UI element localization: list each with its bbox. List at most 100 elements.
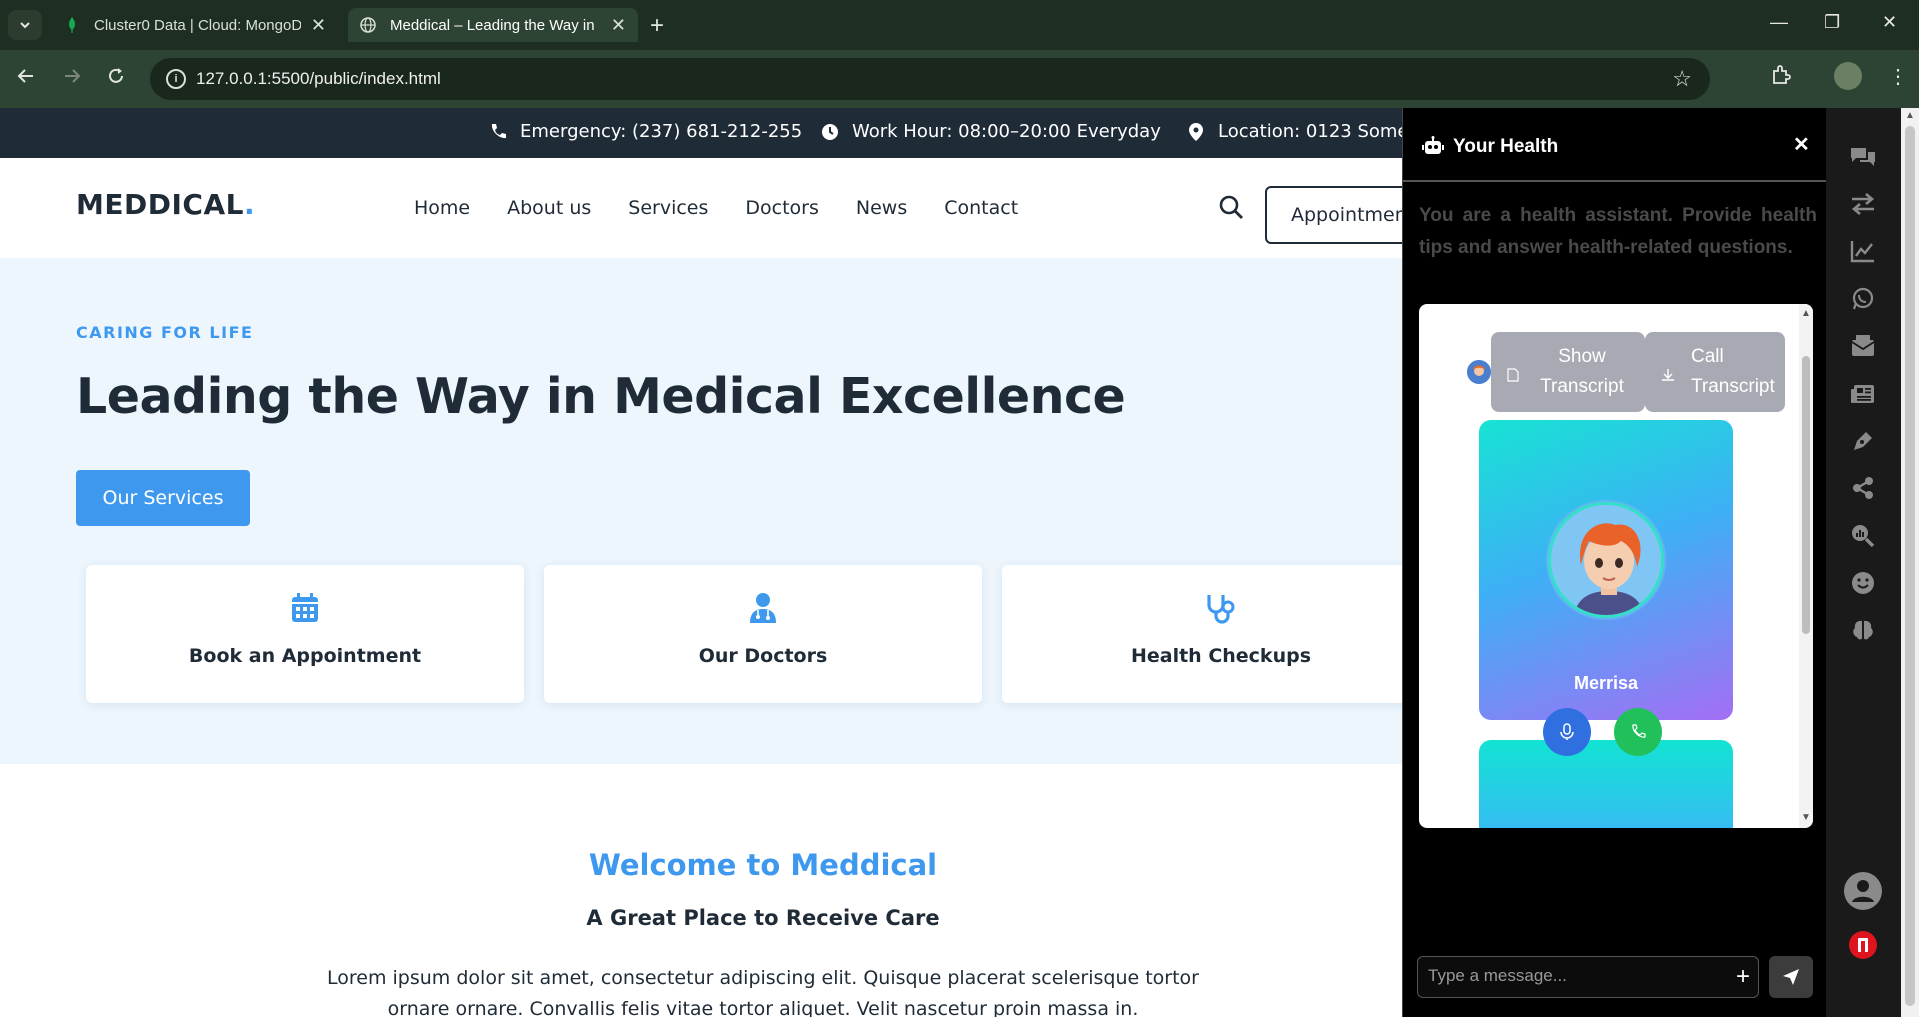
call-button[interactable] (1614, 708, 1662, 756)
search-icon[interactable] (1218, 194, 1244, 225)
tab-title: Cluster0 Data | Cloud: MongoDB (94, 16, 301, 34)
scroll-thumb[interactable] (1905, 126, 1915, 1006)
browser-toolbar: i 127.0.0.1:5500/public/index.html ☆ ⋮ (0, 50, 1919, 108)
url-text: 127.0.0.1:5500/public/index.html (196, 69, 441, 88)
site-header: MEDDICAL. Home About us Services Doctors… (0, 158, 1402, 258)
card-label: Health Checkups (1130, 645, 1312, 667)
microphone-button[interactable] (1543, 708, 1591, 756)
robot-icon (1422, 136, 1444, 161)
scroll-up-icon[interactable]: ▲ (1905, 110, 1915, 121)
profile-avatar[interactable] (1834, 62, 1862, 90)
chat-title: Your Health (1453, 136, 1559, 157)
emergency-text: Emergency: (237) 681-212-255 (520, 121, 803, 142)
chart-icon[interactable] (1848, 236, 1878, 266)
hero-title: Leading the Way in Medical Excellence (76, 368, 1126, 425)
search-chart-icon[interactable] (1848, 520, 1878, 550)
chat-panel: Your Health ✕ You are a health assistant… (1402, 108, 1827, 1017)
top-info-bar: Emergency: (237) 681-212-255 Work Hour: … (0, 108, 1402, 158)
appointment-button[interactable]: Appointment (1265, 186, 1402, 244)
nav-home[interactable]: Home (414, 197, 470, 219)
browser-tab-bar: Cluster0 Data | Cloud: MongoDB ✕ Meddica… (0, 0, 1919, 50)
card-label: Book an Appointment (188, 645, 422, 667)
minimize-icon[interactable]: ― (1770, 12, 1788, 33)
location-text: Location: 0123 Some (1218, 121, 1402, 142)
agent-name: Merrisa (1573, 673, 1639, 693)
tab-meddical[interactable]: Meddical – Leading the Way in ✕ (348, 8, 638, 42)
mail-icon[interactable] (1848, 331, 1878, 361)
welcome-title: Welcome to Meddical (588, 848, 938, 882)
logo-text: MEDDICAL (76, 188, 244, 221)
close-icon[interactable]: ✕ (1793, 132, 1810, 157)
message-input[interactable] (1418, 957, 1708, 995)
doctor-icon (544, 593, 982, 623)
scroll-down-icon[interactable]: ▼ (1801, 812, 1811, 823)
scroll-thumb[interactable] (1802, 356, 1810, 634)
browser-menu-icon[interactable]: ⋮ (1888, 64, 1908, 89)
chat-header: Your Health ✕ (1403, 108, 1827, 182)
nav-services[interactable]: Services (628, 197, 708, 219)
bookmark-star-icon[interactable]: ☆ (1672, 66, 1692, 92)
widget-scrollbar[interactable]: ▲ ▼ (1799, 304, 1813, 828)
forward-icon[interactable] (62, 66, 82, 92)
notification-badge-icon[interactable] (1848, 930, 1878, 960)
user-account-icon[interactable] (1843, 871, 1883, 911)
extension-icon-rail (1826, 108, 1901, 1017)
page-scrollbar[interactable]: ▲ (1901, 108, 1919, 1017)
share-icon[interactable] (1848, 473, 1878, 503)
card-our-doctors[interactable]: Our Doctors (544, 565, 982, 703)
reload-icon[interactable] (106, 66, 126, 92)
news-icon[interactable] (1848, 379, 1878, 409)
work-hour-text: Work Hour: 08:00–20:00 Everyday (852, 121, 1161, 142)
card-label: Our Doctors (698, 645, 828, 667)
nav-contact[interactable]: Contact (944, 197, 1018, 219)
call-transcript-button[interactable]: Call Transcript (1645, 332, 1785, 412)
tab-title: Meddical – Leading the Way in (390, 16, 595, 34)
whatsapp-icon[interactable] (1848, 284, 1878, 314)
tab-search-button[interactable] (8, 10, 42, 40)
brain-icon[interactable] (1848, 615, 1878, 645)
emergency-info: Emergency: (237) 681-212-255 (488, 121, 802, 142)
chevron-down-icon (20, 22, 30, 29)
our-services-button[interactable]: Our Services (76, 470, 250, 526)
restore-icon[interactable]: ❐ (1824, 12, 1840, 33)
hero-kicker: CARING FOR LIFE (76, 323, 254, 342)
chat-icon[interactable] (1848, 142, 1878, 172)
swap-icon[interactable] (1848, 189, 1878, 219)
scroll-up-icon[interactable]: ▲ (1801, 308, 1811, 319)
site-info-icon[interactable]: i (166, 69, 186, 89)
smile-icon[interactable] (1848, 568, 1878, 598)
tab-mongodb[interactable]: Cluster0 Data | Cloud: MongoDB ✕ (52, 8, 338, 42)
stethoscope-icon (1002, 593, 1402, 625)
close-tab-icon[interactable]: ✕ (311, 15, 326, 36)
back-icon[interactable] (16, 66, 36, 92)
card-health-checkups[interactable]: Health Checkups (1002, 565, 1402, 703)
nav-doctors[interactable]: Doctors (745, 197, 819, 219)
agent-avatar (1548, 502, 1664, 618)
welcome-body: Lorem ipsum dolor sit amet, consectetur … (327, 967, 1199, 1017)
work-hour-info: Work Hour: 08:00–20:00 Everyday (820, 121, 1161, 142)
voice-agent-widget: Show Transcript Call Transcript Merrisa … (1419, 304, 1813, 828)
address-bar[interactable]: i 127.0.0.1:5500/public/index.html ☆ (150, 58, 1710, 100)
nav-about[interactable]: About us (507, 197, 591, 219)
attach-plus-icon[interactable]: + (1736, 963, 1750, 991)
card-book-appointment[interactable]: Book an Appointment (86, 565, 524, 703)
show-transcript-button[interactable]: Show Transcript (1491, 332, 1645, 412)
extensions-icon[interactable] (1770, 64, 1792, 92)
mongodb-leaf-icon (64, 17, 80, 33)
agent-card: Merrisa (1479, 420, 1733, 720)
phone-call-icon (1632, 724, 1646, 738)
close-tab-icon[interactable]: ✕ (611, 15, 626, 36)
download-icon (1661, 362, 1675, 392)
map-pin-icon (1186, 122, 1206, 141)
close-window-icon[interactable]: ✕ (1882, 12, 1897, 33)
send-button[interactable] (1769, 956, 1813, 998)
clock-icon (820, 123, 840, 141)
new-tab-button[interactable]: + (650, 12, 664, 40)
globe-icon (360, 17, 376, 33)
pen-icon[interactable] (1848, 426, 1878, 456)
nav-news[interactable]: News (856, 197, 907, 219)
welcome-subtitle: A Great Place to Receive Care (586, 906, 940, 930)
site-logo[interactable]: MEDDICAL. (76, 188, 255, 221)
main-nav: Home About us Services Doctors News Cont… (414, 197, 1055, 219)
message-input-wrapper: + (1417, 956, 1759, 998)
